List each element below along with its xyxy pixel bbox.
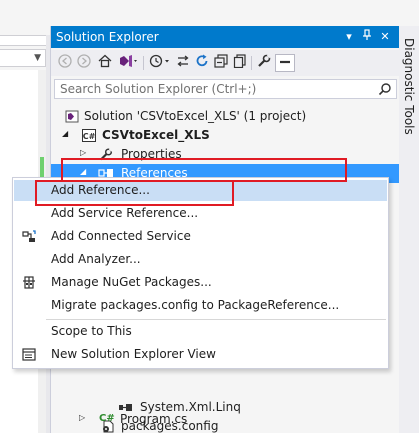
search-icon[interactable] (378, 82, 392, 96)
nuget-icon (21, 275, 37, 290)
menu-label: New Solution Explorer View (51, 347, 216, 361)
tree-item-program-cs-visible[interactable]: ▷ C# Program.cs (50, 410, 399, 429)
solution-icon (65, 110, 79, 123)
annotation-box-references (61, 158, 347, 182)
solution-label: Solution 'CSVtoExcel_XLS' (1 project) (84, 109, 307, 123)
tree-item-project[interactable]: ◢ C# CSVtoExcel_XLS (51, 126, 400, 145)
collapsed-arrow-icon[interactable]: ▷ (80, 148, 86, 157)
pin-icon[interactable] (360, 29, 374, 44)
solution-explorer-toolbar (51, 50, 400, 76)
annotation-box-add-reference (35, 180, 234, 206)
new-view-icon (21, 347, 37, 362)
preview-icon[interactable] (275, 54, 295, 72)
sync-icon[interactable] (175, 54, 191, 72)
properties-wrench-icon[interactable] (256, 54, 272, 72)
search-input[interactable]: Search Solution Explorer (Ctrl+;) (54, 79, 397, 99)
menu-label: Migrate packages.config to PackageRefere… (51, 298, 340, 312)
menu-item-add-connected-service[interactable]: Add Connected Service (14, 226, 387, 247)
panel-title: Solution Explorer (56, 30, 159, 44)
menu-label: Add Connected Service (51, 229, 191, 243)
toolbar-separator (143, 56, 144, 70)
expanded-arrow-icon[interactable]: ◢ (62, 129, 68, 138)
tree-item-solution[interactable]: Solution 'CSVtoExcel_XLS' (1 project) (51, 107, 400, 126)
project-label: CSVtoExcel_XLS (102, 128, 210, 142)
menu-item-scope-to-this[interactable]: Scope to This (14, 321, 387, 342)
chevron-down-icon: ▼ (34, 53, 41, 63)
csharp-project-icon: C# (82, 129, 96, 142)
menu-separator (46, 319, 386, 320)
editor-tab-strip (0, 35, 46, 46)
close-icon[interactable]: ✕ (378, 29, 392, 44)
saved-change-marker (40, 157, 44, 177)
connected-service-icon (21, 229, 37, 244)
menu-item-add-service-reference[interactable]: Add Service Reference... (14, 203, 387, 224)
home-icon[interactable] (97, 54, 113, 72)
menu-item-migrate-packages[interactable]: Migrate packages.config to PackageRefere… (14, 295, 387, 316)
csharp-file-icon: C# (99, 413, 115, 424)
menu-label: Scope to This (51, 324, 132, 338)
search-placeholder: Search Solution Explorer (Ctrl+;) (60, 82, 257, 96)
refresh-icon[interactable] (194, 54, 210, 72)
history-icon[interactable] (148, 54, 172, 72)
editor-navigation-dropdown[interactable]: ▼ (0, 49, 46, 67)
collapse-all-icon[interactable] (213, 54, 229, 72)
diagnostic-tools-label: Diagnostic Tools (402, 38, 416, 135)
collapsed-arrow-icon[interactable]: ▷ (79, 413, 85, 422)
menu-label: Manage NuGet Packages... (51, 275, 212, 289)
svg-text:C#: C# (83, 132, 96, 141)
toolbar-separator (251, 56, 252, 70)
menu-item-add-analyzer[interactable]: Add Analyzer... (14, 249, 387, 270)
show-all-files-icon[interactable] (232, 54, 248, 72)
menu-item-new-solution-explorer-view[interactable]: New Solution Explorer View (14, 344, 387, 365)
program-cs-label: Program.cs (120, 412, 188, 426)
forward-icon[interactable] (76, 54, 92, 72)
solution-explorer-titlebar[interactable]: Solution Explorer ▾ ✕ (51, 26, 400, 48)
dropdown-icon[interactable]: ▾ (342, 29, 356, 44)
diagnostic-tools-tab[interactable]: Diagnostic Tools (399, 26, 419, 433)
vs-switch-views-icon[interactable] (117, 54, 139, 72)
back-icon[interactable] (57, 54, 73, 72)
menu-item-manage-nuget[interactable]: Manage NuGet Packages... (14, 272, 387, 293)
menu-label: Add Service Reference... (51, 206, 199, 220)
menu-label: Add Analyzer... (51, 252, 141, 266)
